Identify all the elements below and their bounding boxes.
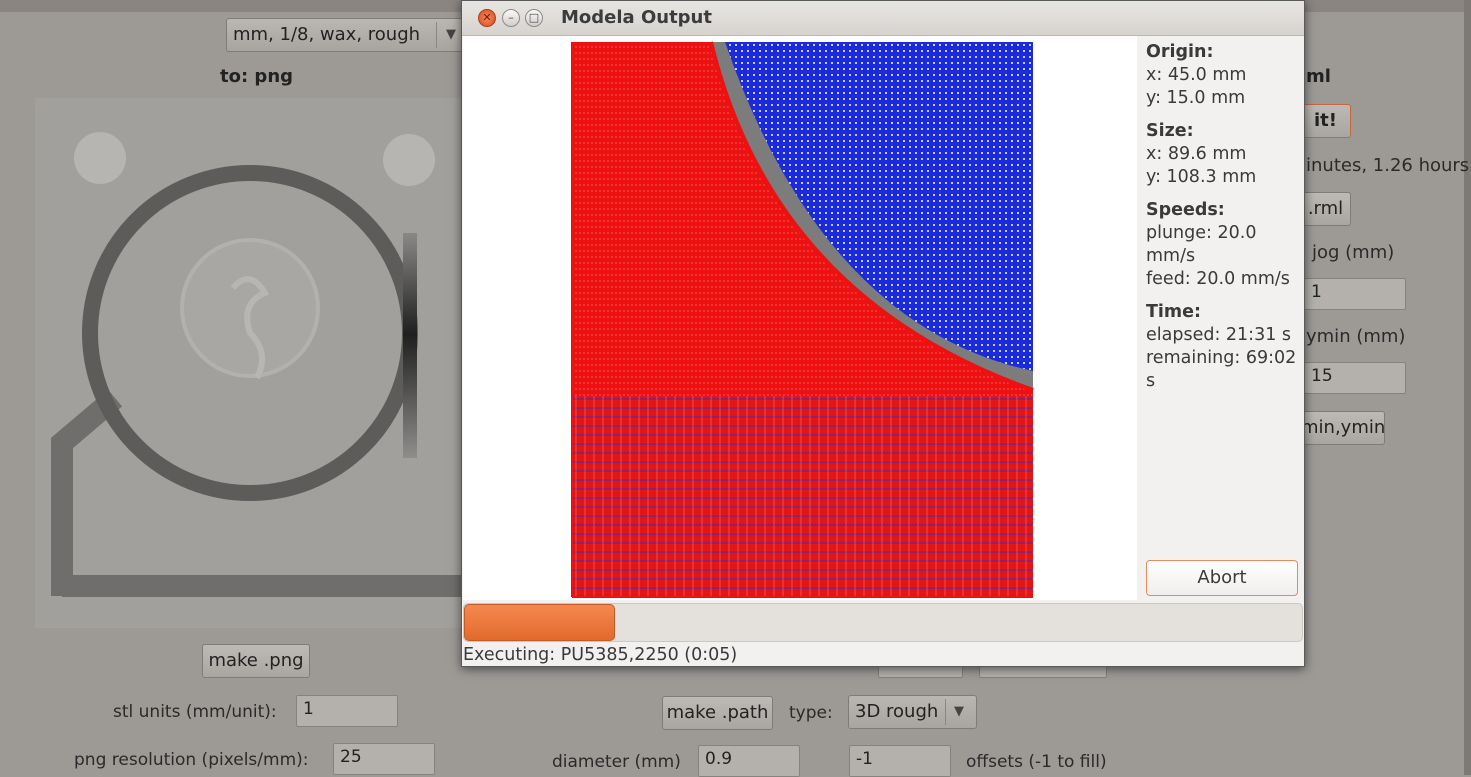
origin-heading: Origin: — [1146, 42, 1214, 62]
toolpath-plot — [571, 41, 1034, 598]
ymin-label: ymin (mm) — [1306, 326, 1406, 347]
size-heading: Size: — [1146, 121, 1194, 141]
mixed-pass-region — [572, 396, 1033, 597]
part-outline-left — [51, 389, 123, 596]
job-info-panel: Origin: x: 45.0 mm y: 15.0 mm Size: x: 8… — [1146, 41, 1306, 393]
png-resolution-label: png resolution (pixels/mm): — [74, 750, 309, 770]
output-format-label: to: png — [220, 66, 294, 87]
stl-units-label: stl units (mm/unit): — [113, 702, 277, 722]
size-x: x: 89.6 mm — [1146, 144, 1247, 164]
path-type-combo[interactable]: 3D rough ▼ — [848, 695, 977, 729]
toolpath-canvas — [463, 36, 1137, 600]
type-label: type: — [789, 703, 833, 723]
machine-combo[interactable]: mm, 1/8, wax, rough ▼ — [226, 18, 466, 52]
png-resolution-input[interactable]: 25 — [333, 743, 435, 775]
make-rml-button[interactable]: .rml — [1300, 192, 1351, 226]
part-tab — [403, 233, 417, 458]
feed-speed: feed: 20.0 mm/s — [1146, 269, 1290, 289]
part-preview-image — [51, 132, 465, 597]
jog-label: jog (mm) — [1312, 242, 1395, 263]
offsets-input[interactable]: -1 — [849, 745, 951, 777]
combo-separator — [436, 22, 437, 48]
make-path-button[interactable]: make .path — [662, 696, 773, 730]
make-it-button[interactable]: it! — [1300, 104, 1351, 138]
right-scroll-edge — [1464, 0, 1471, 775]
time-heading: Time: — [1146, 302, 1202, 322]
jog-input[interactable]: 1 — [1304, 278, 1406, 310]
combo-separator — [945, 699, 946, 725]
status-text: Executing: PU5385,2250 (0:05) — [463, 645, 738, 665]
abort-button[interactable]: Abort — [1146, 560, 1298, 596]
dialog-title: Modela Output — [561, 7, 712, 28]
diameter-input[interactable]: 0.9 — [698, 745, 800, 777]
diameter-label: diameter (mm) — [552, 752, 681, 772]
size-y: y: 108.3 mm — [1146, 167, 1257, 187]
make-png-button[interactable]: make .png — [202, 644, 310, 678]
chevron-down-icon: ▼ — [954, 704, 964, 719]
dialog-titlebar[interactable]: ✕ – □ Modela Output — [462, 1, 1304, 36]
output-heading-partial: ml — [1306, 66, 1331, 87]
stl-units-input[interactable]: 1 — [296, 695, 398, 727]
speeds-heading: Speeds: — [1146, 200, 1225, 220]
estimated-time-text: inutes, 1.26 hours — [1306, 155, 1470, 176]
plunge-speed: plunge: 20.0 mm/s — [1146, 223, 1257, 266]
mounting-hole-right — [383, 134, 435, 186]
modela-output-dialog: ✕ – □ Modela Output Origin: x: 45.0 mm y… — [461, 0, 1305, 667]
mounting-hole-left — [74, 132, 126, 184]
chevron-down-icon: ▼ — [446, 27, 456, 42]
minimize-icon[interactable]: – — [502, 9, 520, 27]
close-icon[interactable]: ✕ — [478, 9, 496, 27]
move-to-xmin-ymin-button[interactable]: min,ymin — [1300, 411, 1385, 445]
path-type-value: 3D rough — [855, 701, 939, 722]
machine-combo-value: mm, 1/8, wax, rough — [233, 24, 421, 45]
progress-fill — [464, 604, 615, 641]
elapsed-time: elapsed: 21:31 s — [1146, 325, 1292, 345]
offsets-label: offsets (-1 to fill) — [966, 752, 1107, 772]
origin-x: x: 45.0 mm — [1146, 65, 1247, 85]
maximize-icon[interactable]: □ — [525, 9, 543, 27]
progress-bar — [463, 603, 1303, 642]
origin-y: y: 15.0 mm — [1146, 88, 1246, 108]
ymin-input[interactable]: 15 — [1304, 362, 1406, 394]
remaining-time: remaining: 69:02 s — [1146, 348, 1297, 391]
png-preview — [35, 98, 465, 628]
